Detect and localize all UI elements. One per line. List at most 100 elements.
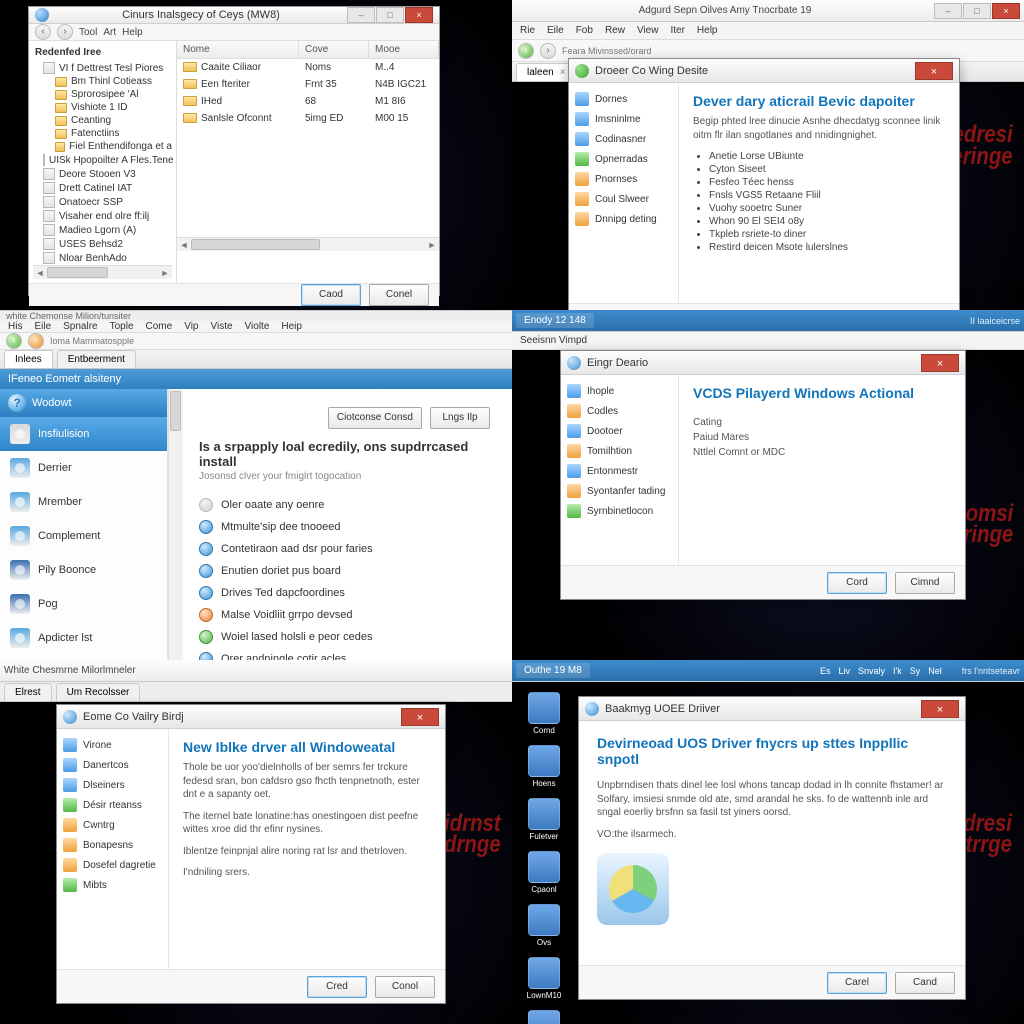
- tree-item[interactable]: USES Behsd2: [33, 237, 172, 251]
- category-sidebar[interactable]: ? Wodowt InsfiulisionDerrierMremberCompl…: [0, 389, 168, 660]
- cancel-button[interactable]: Conel: [369, 284, 429, 306]
- close-icon[interactable]: ×: [560, 67, 566, 78]
- menubar[interactable]: HisEileSpnalreTopleComeVipVisteViolteHei…: [0, 321, 512, 333]
- tree-item[interactable]: VI f Dettrest Tesl Piores: [33, 61, 172, 75]
- tree-item[interactable]: UISk Hpopoilter A Fles.Tene: [33, 153, 172, 167]
- back-button[interactable]: ‹: [35, 24, 51, 40]
- list-row[interactable]: Caaite CiliaorNomsM..4: [177, 59, 439, 76]
- sidebar-item[interactable]: Bonapesns: [61, 835, 164, 855]
- forward-button[interactable]: ›: [28, 333, 44, 349]
- action-button[interactable]: Ciotconse Consd: [328, 407, 422, 429]
- menu-art[interactable]: Art: [103, 27, 116, 38]
- desktop-icon[interactable]: Fuletver: [518, 798, 570, 841]
- option-item[interactable]: Drives Ted dapcfoordines: [199, 582, 496, 604]
- tree-item[interactable]: Onatoecr SSP: [33, 195, 172, 209]
- close-button[interactable]: ×: [405, 7, 433, 23]
- app-titlebar[interactable]: Adgurd Sepn Oilves Amy Tnocrbate 19 –□×: [512, 0, 1024, 22]
- sidebar-item[interactable]: Pnornses: [573, 169, 674, 189]
- sidebar-item[interactable]: Dlseiners: [61, 775, 164, 795]
- menu-item[interactable]: Rew: [605, 25, 625, 36]
- desktop-icon[interactable]: Cpaonl: [518, 851, 570, 894]
- tree-item[interactable]: Sprorosipee 'Al: [33, 88, 172, 101]
- tree-item[interactable]: Fiel Enthendifonga et a: [33, 140, 172, 153]
- category-item[interactable]: Complement: [0, 519, 167, 553]
- menu-item[interactable]: Eile: [34, 321, 51, 332]
- menubar[interactable]: Rie Eile Fob Rew View Iter Help: [512, 22, 1024, 40]
- menu-help[interactable]: Help: [122, 27, 143, 38]
- tree-item[interactable]: Madieo Lgorn (A): [33, 223, 172, 237]
- dialog-sidebar[interactable]: VironeDanertcosDlseinersDésir rteanssCwn…: [57, 729, 169, 969]
- menu-item[interactable]: Rie: [520, 25, 535, 36]
- category-item[interactable]: Pily Boonce: [0, 553, 167, 587]
- sidebar-item[interactable]: Cwntrg: [61, 815, 164, 835]
- category-item[interactable]: Apdicter lst: [0, 621, 167, 655]
- list-row[interactable]: Sanlsle Ofconnt5img EDM00 15: [177, 110, 439, 127]
- cancel-button[interactable]: Cimnd: [895, 572, 955, 594]
- tree-item[interactable]: Ceanting: [33, 114, 172, 127]
- tree-item[interactable]: Deore Stooen V3: [33, 167, 172, 181]
- list-row[interactable]: IHed68M1 8I6: [177, 93, 439, 110]
- menu-item[interactable]: Es: [820, 666, 831, 676]
- sidebar-item[interactable]: Opnerradas: [573, 149, 674, 169]
- maximize-button[interactable]: □: [963, 3, 991, 19]
- desktop-icon[interactable]: LownM10: [518, 957, 570, 1000]
- tab[interactable]: Um Recolsser: [56, 683, 141, 701]
- close-button[interactable]: ×: [992, 3, 1020, 19]
- menu-item[interactable]: Nel: [928, 666, 942, 676]
- menu-item[interactable]: I'k: [893, 666, 902, 676]
- dialog-sidebar[interactable]: DornesImsninlmeCodinasnerOpnerradasPnorn…: [569, 83, 679, 303]
- app-titlebar[interactable]: Outhe 19 M8 EsLivSnvalyI'kSyNel frs l'nn…: [512, 660, 1024, 682]
- forward-button[interactable]: ›: [540, 43, 556, 59]
- menu-item[interactable]: Come: [146, 321, 173, 332]
- menu-item[interactable]: Fob: [576, 25, 593, 36]
- ok-button[interactable]: Carel: [827, 972, 887, 994]
- menubar[interactable]: Seeisnn Vimpd: [512, 332, 1024, 350]
- option-item[interactable]: Enutien doriet pus board: [199, 560, 496, 582]
- desktop-icon[interactable]: Cornd: [518, 692, 570, 735]
- menu-item[interactable]: Sy: [910, 666, 921, 676]
- list-header[interactable]: Nome Cove Mooe: [177, 41, 439, 59]
- tree-item[interactable]: Fatenctiins: [33, 127, 172, 140]
- sidebar-item[interactable]: Dornes: [573, 89, 674, 109]
- col-name[interactable]: Nome: [177, 41, 299, 58]
- sidebar-item[interactable]: Codinasner: [573, 129, 674, 149]
- menu-item[interactable]: Viste: [210, 321, 232, 332]
- desktop-icon[interactable]: Ovs: [518, 904, 570, 947]
- tree-item[interactable]: Vishiote 1 ID: [33, 101, 172, 114]
- menu-item[interactable]: His: [8, 321, 22, 332]
- dialog-sidebar[interactable]: IhopleCodlesDootoerTomilhtionEntonmestrS…: [561, 375, 679, 565]
- forward-button[interactable]: ›: [57, 24, 73, 40]
- tab[interactable]: Entbeerment: [57, 350, 136, 368]
- close-button[interactable]: ×: [401, 708, 439, 726]
- sidebar-item[interactable]: Danertcos: [61, 755, 164, 775]
- dialog-titlebar[interactable]: Droeer Co Wing Desite ×: [569, 59, 959, 83]
- sidebar-item[interactable]: Syrnbinetlocon: [565, 501, 674, 521]
- minimize-button[interactable]: –: [347, 7, 375, 23]
- menu-item[interactable]: Tople: [110, 321, 134, 332]
- dialog-titlebar[interactable]: Eome Co Vailry Birdj ×: [57, 705, 445, 729]
- sidebar-item[interactable]: Imsninlme: [573, 109, 674, 129]
- dialog-titlebar[interactable]: Eingr Deario ×: [561, 351, 965, 375]
- sidebar-item[interactable]: Ihople: [565, 381, 674, 401]
- sidebar-item[interactable]: Coul Slweer: [573, 189, 674, 209]
- tab[interactable]: Elrest: [4, 683, 52, 701]
- col-mooe[interactable]: Mooe: [369, 41, 439, 58]
- sidebar-scrollbar[interactable]: [168, 389, 183, 660]
- sidebar-item[interactable]: Virone: [61, 735, 164, 755]
- cancel-button[interactable]: Cand: [895, 972, 955, 994]
- menu-item[interactable]: Violte: [245, 321, 270, 332]
- close-button[interactable]: ×: [915, 62, 953, 80]
- sidebar-item[interactable]: Syontanfer tading: [565, 481, 674, 501]
- menu-item[interactable]: Spnalre: [63, 321, 97, 332]
- tree-item[interactable]: Bm Thinl Cotieass: [33, 75, 172, 88]
- desktop-icon[interactable]: Pnatt Seullng: [518, 1010, 570, 1024]
- cancel-button[interactable]: Conol: [375, 976, 435, 998]
- option-item[interactable]: Contetiraon aad dsr pour faries: [199, 538, 496, 560]
- menu-tool[interactable]: Tool: [79, 27, 97, 38]
- desktop-icon[interactable]: Hoens: [518, 745, 570, 788]
- tabbar[interactable]: Inlees Entbeerment: [0, 350, 512, 369]
- ok-button[interactable]: Cord: [827, 572, 887, 594]
- tree-hscroll[interactable]: ◄►: [33, 265, 172, 279]
- sidebar-item[interactable]: Dnnipg deting: [573, 209, 674, 229]
- sidebar-item[interactable]: Tomilhtion: [565, 441, 674, 461]
